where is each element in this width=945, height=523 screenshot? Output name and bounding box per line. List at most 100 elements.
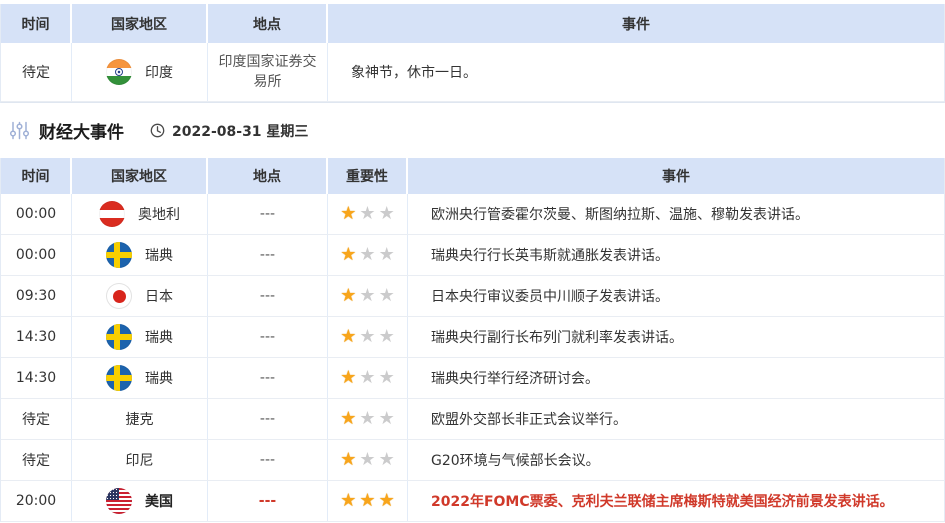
section-date: 2022-08-31 星期三 — [172, 121, 308, 141]
events-table-header: 时间 国家地区 地点 重要性 事件 — [1, 158, 944, 194]
importance-star-icon: ★ — [359, 246, 375, 264]
importance-cell: ★★★ — [328, 481, 408, 521]
importance-cell: ★★★ — [328, 399, 408, 439]
importance-cell: ★★★ — [328, 358, 408, 398]
time-cell: 14:30 — [1, 317, 72, 357]
importance-star-icon: ★ — [379, 410, 395, 428]
location-cell: --- — [208, 481, 328, 521]
location-cell: --- — [208, 194, 328, 234]
event-cell: 日本央行审议委员中川顺子发表讲话。 — [408, 276, 944, 316]
table-row[interactable]: 待定捷克---★★★欧盟外交部长非正式会议举行。 — [1, 399, 944, 440]
location-cell: --- — [208, 317, 328, 357]
location-cell: 印度国家证券交易所 — [208, 43, 328, 101]
table-row[interactable]: 00:00奥地利---★★★欧洲央行管委霍尔茨曼、斯图纳拉斯、温施、穆勒发表讲话… — [1, 194, 944, 235]
event-cell: 瑞典央行行长英韦斯就通胀发表讲话。 — [408, 235, 944, 275]
event-cell: 欧洲央行管委霍尔茨曼、斯图纳拉斯、温施、穆勒发表讲话。 — [408, 194, 944, 234]
country-name: 捷克 — [126, 409, 154, 429]
table-row[interactable]: 待定印尼---★★★G20环境与气候部长会议。 — [1, 440, 944, 481]
column-header-event: 事件 — [328, 4, 944, 43]
importance-star-icon: ★ — [340, 328, 356, 346]
country-cell: 日本 — [72, 276, 208, 316]
location-cell: --- — [208, 399, 328, 439]
column-header-time: 时间 — [1, 158, 72, 194]
importance-star-icon: ★ — [359, 287, 375, 305]
holiday-table-header: 时间 国家地区 地点 事件 — [1, 4, 944, 43]
event-cell: G20环境与气候部长会议。 — [408, 440, 944, 480]
country-name: 瑞典 — [145, 368, 173, 388]
table-row[interactable]: 待定 印度 印度国家证券交易所象神节，休市一日。 — [1, 43, 944, 102]
importance-star-icon: ★ — [340, 246, 356, 264]
importance-star-icon: ★ — [379, 369, 395, 387]
section-title: 财经大事件 — [39, 118, 124, 143]
event-cell: 象神节，休市一日。 — [328, 43, 944, 101]
importance-star-icon: ★ — [340, 287, 356, 305]
event-cell: 欧盟外交部长非正式会议举行。 — [408, 399, 944, 439]
country-cell: 印尼 — [72, 440, 208, 480]
country-cell: 奥地利 — [72, 194, 208, 234]
events-table: 时间 国家地区 地点 重要性 事件 00:00奥地利---★★★欧洲央行管委霍尔… — [0, 158, 945, 522]
table-row[interactable]: 00:00 瑞典 ---★★★瑞典央行行长英韦斯就通胀发表讲话。 — [1, 235, 944, 276]
sliders-icon — [9, 120, 30, 141]
country-name: 日本 — [145, 286, 173, 306]
economic-calendar-page: 时间 国家地区 地点 事件 待定 印度 印度国家证券交易所象神节，休市一日。 财经大… — [0, 0, 945, 523]
events-table-body: 00:00奥地利---★★★欧洲央行管委霍尔茨曼、斯图纳拉斯、温施、穆勒发表讲话… — [1, 194, 944, 522]
country-cell: 瑞典 — [72, 235, 208, 275]
importance-cell: ★★★ — [328, 235, 408, 275]
importance-star-icon: ★ — [340, 369, 356, 387]
country-name: 美国 — [145, 491, 173, 511]
column-header-country: 国家地区 — [72, 4, 208, 43]
country-cell: 瑞典 — [72, 358, 208, 398]
importance-star-icon: ★ — [359, 205, 375, 223]
importance-star-icon: ★ — [379, 287, 395, 305]
time-cell: 00:00 — [1, 235, 72, 275]
event-cell: 2022年FOMC票委、克利夫兰联储主席梅斯特就美国经济前景发表讲话。 — [408, 481, 944, 521]
importance-star-icon: ★ — [359, 451, 375, 469]
sweden-flag-icon — [106, 365, 132, 391]
holiday-table: 时间 国家地区 地点 事件 待定 印度 印度国家证券交易所象神节，休市一日。 — [0, 4, 945, 103]
india-flag-icon — [106, 59, 132, 85]
importance-star-icon: ★ — [340, 410, 356, 428]
importance-cell: ★★★ — [328, 317, 408, 357]
time-cell: 20:00 — [1, 481, 72, 521]
table-row[interactable]: 14:30 瑞典 ---★★★瑞典央行副行长布列门就利率发表讲话。 — [1, 317, 944, 358]
importance-star-icon: ★ — [359, 410, 375, 428]
austria-flag-icon — [99, 201, 125, 227]
importance-star-icon: ★ — [379, 451, 395, 469]
importance-star-icon: ★ — [340, 205, 356, 223]
location-cell: --- — [208, 235, 328, 275]
country-cell: 瑞典 — [72, 317, 208, 357]
time-cell: 待定 — [1, 43, 72, 101]
column-header-location: 地点 — [208, 4, 328, 43]
column-header-time: 时间 — [1, 4, 72, 43]
column-header-importance: 重要性 — [328, 158, 408, 194]
holiday-table-body: 待定 印度 印度国家证券交易所象神节，休市一日。 — [1, 43, 944, 102]
importance-star-icon: ★ — [359, 328, 375, 346]
usa-flag-icon — [106, 488, 132, 514]
time-cell: 待定 — [1, 440, 72, 480]
table-row[interactable]: 09:30日本---★★★日本央行审议委员中川顺子发表讲话。 — [1, 276, 944, 317]
time-cell: 00:00 — [1, 194, 72, 234]
importance-cell: ★★★ — [328, 440, 408, 480]
country-name: 瑞典 — [145, 245, 173, 265]
importance-star-icon: ★ — [359, 369, 375, 387]
country-cell: 印度 — [72, 43, 208, 101]
column-header-location: 地点 — [208, 158, 328, 194]
table-row[interactable]: 14:30瑞典---★★★瑞典央行举行经济研讨会。 — [1, 358, 944, 399]
country-name: 印度 — [145, 62, 173, 82]
importance-star-icon: ★ — [340, 451, 356, 469]
japan-flag-icon — [106, 283, 132, 309]
column-header-country: 国家地区 — [72, 158, 208, 194]
event-cell: 瑞典央行副行长布列门就利率发表讲话。 — [408, 317, 944, 357]
column-header-event: 事件 — [408, 158, 944, 194]
location-cell: --- — [208, 440, 328, 480]
importance-star-icon: ★ — [379, 492, 395, 510]
sweden-flag-icon — [106, 242, 132, 268]
country-name: 瑞典 — [145, 327, 173, 347]
location-cell: --- — [208, 358, 328, 398]
importance-star-icon: ★ — [359, 492, 375, 510]
clock-icon — [150, 123, 165, 138]
table-row[interactable]: 20:00 美国 ---★★★2022年FOMC票委、克利夫兰联储主席梅斯特就美国经… — [1, 481, 944, 522]
time-cell: 09:30 — [1, 276, 72, 316]
event-cell: 瑞典央行举行经济研讨会。 — [408, 358, 944, 398]
country-cell: 美国 — [72, 481, 208, 521]
